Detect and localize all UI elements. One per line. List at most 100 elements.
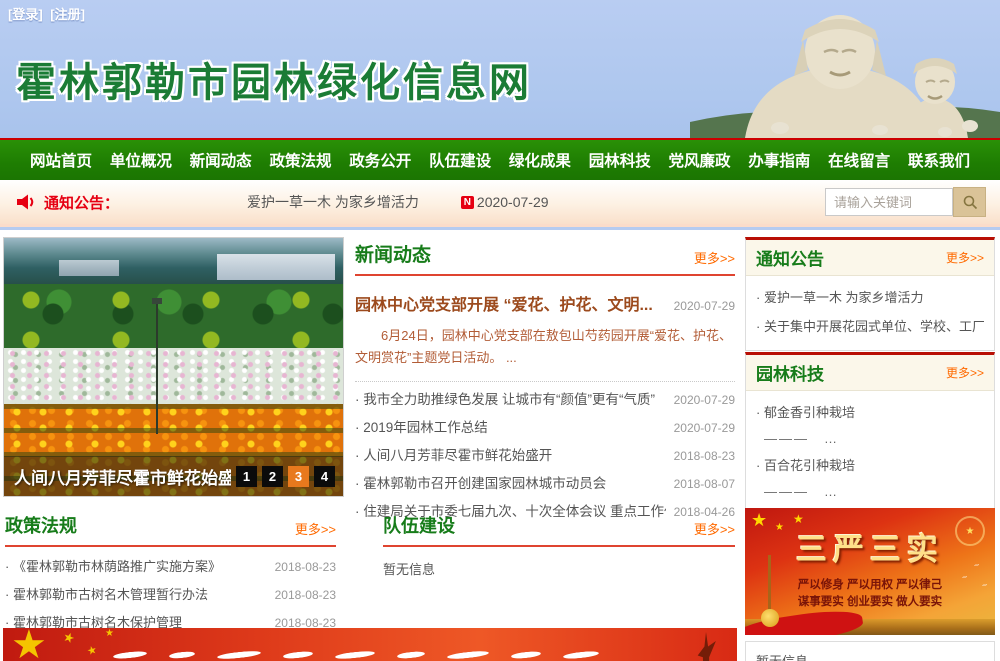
account-links: [登录] [注册] — [8, 4, 89, 23]
slider-photo-tripod — [156, 304, 158, 434]
nav-item-gov-affairs[interactable]: 政务公开 — [349, 149, 411, 171]
star-icon: ★ — [793, 512, 804, 526]
team-header: 队伍建设 更多>> — [383, 512, 735, 538]
ring-star-icon: ★ — [955, 516, 985, 546]
nav-item-team[interactable]: 队伍建设 — [429, 149, 491, 171]
sanyan-line1: 严以修身 严以用权 严以律己 — [745, 577, 995, 594]
team-title: 队伍建设 — [383, 512, 455, 538]
garden-tech-box: 园林科技 更多>> · 郁金香引种栽培 ——— … · 百合花引种栽培 ——— … — [745, 352, 995, 514]
calligraphy-strokes-graphic — [113, 652, 621, 658]
party-emblem-icon — [761, 609, 779, 627]
register-link[interactable]: [注册] — [50, 7, 85, 22]
notice-item-link[interactable]: · 关于集中开展花园式单位、学校、工厂... — [756, 312, 984, 341]
search-area — [825, 187, 986, 217]
garden-tech-title: 园林科技 — [756, 360, 824, 385]
featured-news: 园林中心党支部开展 “爱花、护花、文明... 2020-07-29 — [355, 291, 735, 315]
search-button[interactable] — [953, 187, 986, 217]
nav-item-about[interactable]: 单位概况 — [110, 149, 172, 171]
policy-item-date: 2018-08-23 — [275, 581, 336, 609]
garden-tech-header: 园林科技 更多>> — [746, 355, 994, 391]
featured-news-date: 2020-07-29 — [674, 299, 735, 313]
news-list-item: · 霍林郭勒市召开创建国家园林城市动员会 2018-08-07 — [355, 470, 735, 498]
tech-item-sub: ——— … — [756, 480, 984, 504]
news-item-link[interactable]: · 人间八月芳菲尽霍市鲜花始盛开 — [355, 442, 666, 469]
garden-tech-more-link[interactable]: 更多>> — [946, 364, 984, 381]
notices-box-list: · 爱护一草一木 为家乡增活力 · 关于集中开展花园式单位、学校、工厂... — [746, 276, 994, 350]
notices-box-header: 通知公告 更多>> — [746, 240, 994, 276]
notice-date: 2020-07-29 — [477, 194, 549, 210]
flag-pole-graphic — [768, 555, 771, 615]
main-content: 人间八月芳菲尽霍市鲜花始盛开 1 2 3 4 新闻动态 更多>> 园林中心党支部… — [0, 230, 1000, 661]
news-rule — [355, 274, 735, 276]
slider-page-2[interactable]: 2 — [262, 466, 283, 487]
policy-title: 政策法规 — [5, 512, 77, 538]
tech-item-sub: ——— … — [756, 427, 984, 451]
main-nav: 网站首页 单位概况 新闻动态 政策法规 政务公开 队伍建设 绿化成果 园林科技 … — [0, 138, 1000, 180]
tech-item-link[interactable]: · 百合花引种栽培 — [756, 451, 984, 480]
team-empty-text: 暂无信息 — [383, 559, 735, 578]
photo-slider[interactable]: 人间八月芳菲尽霍市鲜花始盛开 1 2 3 4 — [3, 237, 344, 497]
slider-page-3-active[interactable]: 3 — [288, 466, 309, 487]
team-section: 队伍建设 更多>> 暂无信息 — [383, 512, 735, 578]
policy-header: 政策法规 更多>> — [5, 512, 336, 538]
policy-item-link[interactable]: · 《霍林郭勒市林荫路推广实施方案》 — [5, 553, 267, 581]
sanyan-sanshi-banner[interactable]: ★ ★ ★ ★ 三严三实 严以修身 严以用权 严以律己 谋事要实 创业要实 做人… — [745, 508, 995, 635]
star-icon: ★ — [11, 628, 47, 661]
star-icon: ★ — [85, 643, 98, 658]
statue-silhouette-graphic — [693, 632, 719, 661]
slider-page-4[interactable]: 4 — [314, 466, 335, 487]
garden-tech-list: · 郁金香引种栽培 ——— … · 百合花引种栽培 ——— … — [746, 391, 994, 513]
genghis-khan-statues-image — [690, 0, 1000, 138]
nav-item-contact[interactable]: 联系我们 — [908, 149, 970, 171]
dove-icon: ~ — [961, 572, 968, 583]
policy-item-date: 2018-08-23 — [275, 553, 336, 581]
news-list-item: · 我市全力助推绿色发展 让城市有“颜值”更有“气质” 2020-07-29 — [355, 386, 735, 414]
news-item-date: 2020-07-29 — [674, 415, 735, 442]
star-icon: ★ — [775, 522, 784, 533]
notices-box: 通知公告 更多>> · 爱护一草一木 为家乡增活力 · 关于集中开展花园式单位、… — [745, 237, 995, 351]
news-more-link[interactable]: 更多>> — [694, 248, 735, 267]
new-badge-icon: N — [461, 196, 474, 209]
nav-item-garden-tech[interactable]: 园林科技 — [589, 149, 651, 171]
login-link[interactable]: [登录] — [8, 7, 43, 22]
search-icon — [962, 194, 978, 210]
slider-caption[interactable]: 人间八月芳菲尽霍市鲜花始盛开 — [14, 464, 231, 489]
nav-item-policy[interactable]: 政策法规 — [269, 149, 331, 171]
speaker-icon — [16, 194, 36, 210]
policy-more-link[interactable]: 更多>> — [295, 519, 336, 538]
news-title: 新闻动态 — [355, 240, 431, 267]
news-item-link[interactable]: · 2019年园林工作总结 — [355, 414, 666, 441]
nav-item-party-conduct[interactable]: 党风廉政 — [669, 149, 731, 171]
notice-item-link[interactable]: · 爱护一草一木 为家乡增活力 — [756, 283, 984, 312]
red-propaganda-banner[interactable]: ★ ★ ★ ★ — [3, 628, 737, 661]
notices-box-more-link[interactable]: 更多>> — [946, 249, 984, 266]
nav-item-greening-results[interactable]: 绿化成果 — [509, 149, 571, 171]
nav-item-service-guide[interactable]: 办事指南 — [748, 149, 810, 171]
nav-item-home[interactable]: 网站首页 — [30, 149, 92, 171]
news-header: 新闻动态 更多>> — [355, 240, 735, 267]
tech-item-link[interactable]: · 郁金香引种栽培 — [756, 398, 984, 427]
featured-news-title[interactable]: 园林中心党支部开展 “爱花、护花、文明... — [355, 291, 666, 315]
nav-item-news[interactable]: 新闻动态 — [190, 149, 252, 171]
slider-page-1[interactable]: 1 — [236, 466, 257, 487]
policy-section: 政策法规 更多>> · 《霍林郭勒市林荫路推广实施方案》 2018-08-23 … — [5, 512, 336, 637]
notices-box-title: 通知公告 — [756, 245, 824, 270]
notice-label: 通知公告： — [44, 192, 119, 213]
bottom-right-box: 暂无信息 — [745, 641, 995, 661]
news-item-date: 2018-08-07 — [674, 471, 735, 498]
news-item-date: 2018-08-23 — [674, 443, 735, 470]
team-more-link[interactable]: 更多>> — [694, 519, 735, 538]
policy-item-link[interactable]: · 霍林郭勒市古树名木管理暂行办法 — [5, 581, 267, 609]
policy-list: · 《霍林郭勒市林荫路推广实施方案》 2018-08-23 · 霍林郭勒市古树名… — [5, 553, 336, 637]
news-list-item: · 2019年园林工作总结 2020-07-29 — [355, 414, 735, 442]
team-rule — [383, 545, 735, 547]
news-item-date: 2020-07-29 — [674, 387, 735, 414]
slider-photo-buildings-2 — [59, 260, 119, 276]
notice-link[interactable]: 爱护一草一木 为家乡增活力 — [247, 192, 419, 212]
news-item-link[interactable]: · 我市全力助推绿色发展 让城市有“颜值”更有“气质” — [355, 386, 666, 413]
featured-news-summary[interactable]: 6月24日，园林中心党支部在敖包山芍药园开展“爱花、护花、文明赏花”主题党日活动… — [355, 325, 735, 369]
news-item-link[interactable]: · 霍林郭勒市召开创建国家园林城市动员会 — [355, 470, 666, 497]
policy-list-item: · 霍林郭勒市古树名木管理暂行办法 2018-08-23 — [5, 581, 336, 609]
nav-item-message-board[interactable]: 在线留言 — [828, 149, 890, 171]
search-input[interactable] — [825, 188, 953, 216]
